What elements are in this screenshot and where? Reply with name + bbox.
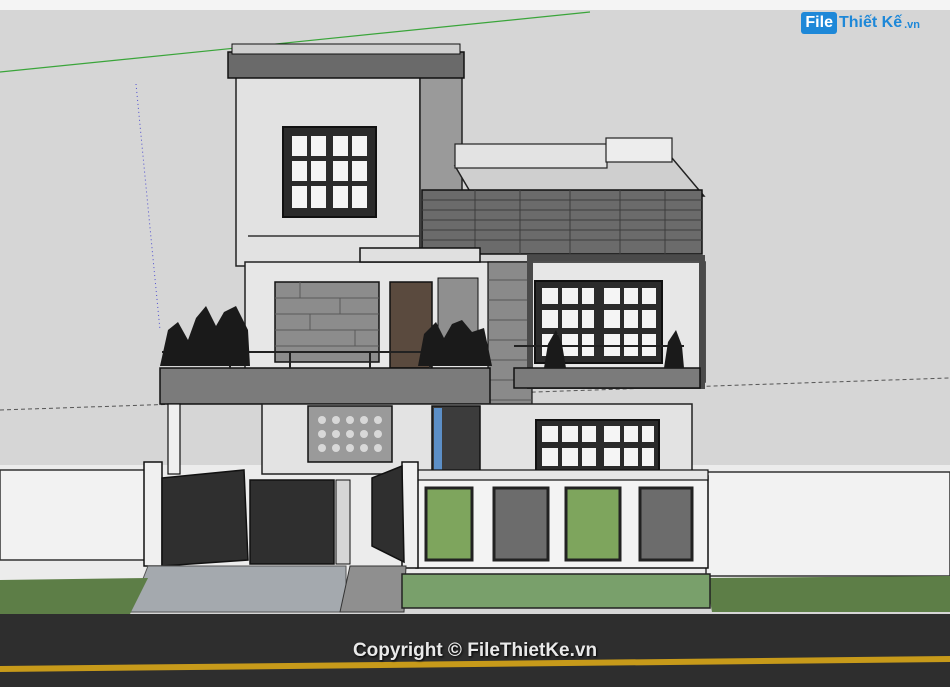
entrance-door-glass bbox=[434, 408, 442, 470]
gate-pillar-left bbox=[143, 461, 163, 567]
grass-right bbox=[706, 576, 950, 612]
paved-driveway bbox=[129, 565, 347, 613]
terrace-parapet-right bbox=[605, 137, 673, 163]
roof-parapet bbox=[231, 43, 461, 55]
pedestrian-gate bbox=[371, 464, 405, 564]
copyright-watermark: Copyright © FileThietKe.vn bbox=[352, 640, 598, 661]
main-gate-right bbox=[249, 479, 335, 565]
carport-column bbox=[167, 403, 181, 475]
blue-axis-dotted bbox=[135, 83, 161, 331]
sketchup-viewport[interactable]: File Thiết Kế .vn Copyright © FileThietK… bbox=[0, 0, 950, 687]
left-boundary-wall bbox=[0, 469, 153, 561]
house-3d-model[interactable] bbox=[0, 0, 950, 687]
terrace-parapet-left bbox=[454, 143, 608, 169]
roof-slab bbox=[227, 51, 465, 79]
entrance-steps bbox=[339, 565, 407, 613]
viewport-top-strip bbox=[0, 0, 950, 10]
planter-bed bbox=[401, 573, 711, 609]
fence-panel-green-2 bbox=[564, 486, 622, 562]
potted-plants-left bbox=[160, 306, 250, 366]
right-balcony-slab bbox=[513, 367, 701, 389]
fence-panel-stone-1 bbox=[492, 486, 550, 562]
filethietke-logo: File Thiết Kế .vn bbox=[801, 12, 920, 34]
fence-panel-green-1 bbox=[424, 486, 474, 562]
grass-left bbox=[0, 578, 148, 614]
logo-tld: .vn bbox=[904, 19, 920, 31]
right-boundary-wall bbox=[705, 471, 950, 577]
fence-cap bbox=[411, 469, 709, 481]
stone-cladding-panel bbox=[274, 281, 380, 363]
inner-wall bbox=[335, 479, 351, 565]
main-balcony-slab bbox=[159, 367, 491, 405]
logo-badge: File bbox=[801, 12, 837, 34]
fence-panel-stone-2 bbox=[638, 486, 694, 562]
logo-word: Thiết Kế bbox=[838, 14, 903, 31]
main-gate-left bbox=[161, 469, 249, 567]
pergola bbox=[359, 247, 481, 263]
